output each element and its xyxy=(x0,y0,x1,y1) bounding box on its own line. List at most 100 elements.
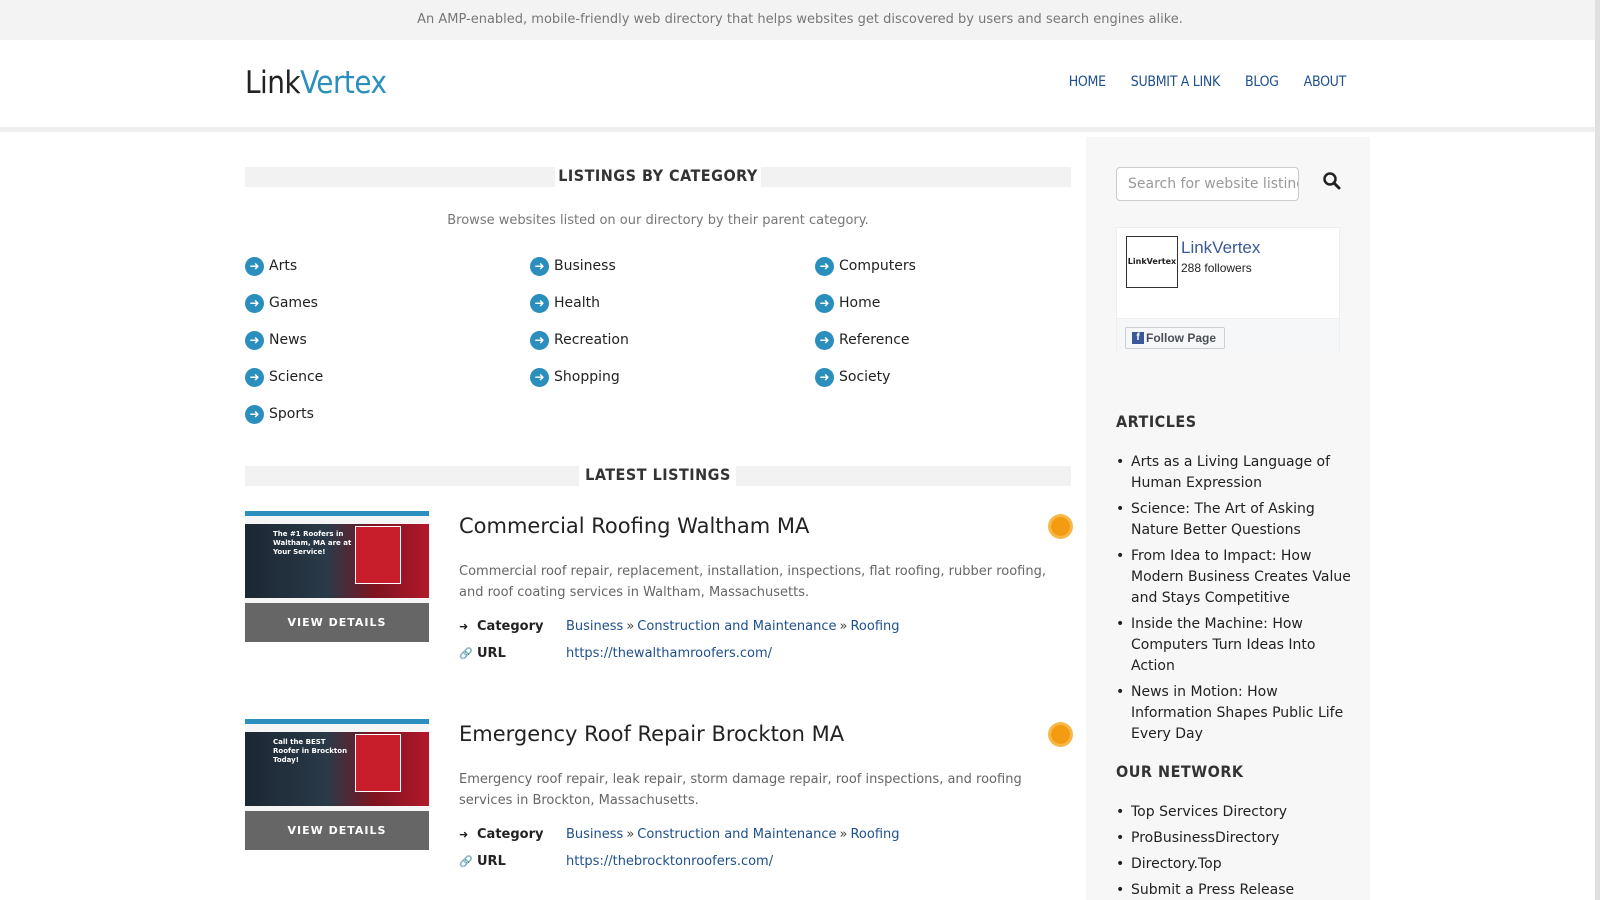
tagline: An AMP-enabled, mobile-friendly web dire… xyxy=(417,12,1183,27)
network-link[interactable]: Directory.Top xyxy=(1116,854,1352,875)
network-list: Top Services Directory ProBusinessDirect… xyxy=(1116,802,1352,900)
listing-thumbnail[interactable]: The #1 Roofers in Waltham, MA are at You… xyxy=(245,511,429,642)
categories-heading: LISTINGS BY CATEGORY xyxy=(245,166,1071,187)
network-title: OUR NETWORK xyxy=(1116,762,1244,781)
article-link[interactable]: Science: The Art of Asking Nature Better… xyxy=(1116,499,1352,541)
article-link[interactable]: Inside the Machine: How Computers Turn I… xyxy=(1116,614,1352,677)
category-science[interactable]: ➜ Science xyxy=(245,367,530,387)
category-label: Health xyxy=(554,295,600,311)
page-avatar[interactable]: LinkVertex xyxy=(1126,236,1178,288)
category-label: Home xyxy=(839,295,881,311)
sidebar: Search for website listings LinkVertex L… xyxy=(1086,137,1370,900)
network-link[interactable]: Top Services Directory xyxy=(1116,802,1352,823)
nav-home[interactable]: Home xyxy=(1069,74,1106,90)
arrow-right-circle-icon: ➜ xyxy=(245,330,264,350)
breadcrumb-separator: » xyxy=(839,827,848,842)
article-link[interactable]: Arts as a Living Language of Human Expre… xyxy=(1116,452,1352,494)
listing-url-link[interactable]: https://thewalthamroofers.com/ xyxy=(566,646,772,661)
listing-thumbnail[interactable]: Call the BEST Roofer in Brockton Today! … xyxy=(245,719,429,850)
facebook-icon: f xyxy=(1132,332,1144,344)
category-business[interactable]: ➜ Business xyxy=(530,256,815,276)
arrow-right-circle-icon: ➜ xyxy=(245,404,264,424)
category-label: News xyxy=(269,332,307,348)
category-society[interactable]: ➜ Society xyxy=(815,367,1071,387)
network-link[interactable]: Submit a Press Release xyxy=(1116,880,1352,900)
articles-list: Arts as a Living Language of Human Expre… xyxy=(1116,452,1352,750)
search-icon[interactable] xyxy=(1322,171,1342,191)
arrow-right-circle-icon: ➜ xyxy=(245,256,264,276)
latest-heading: LATEST LISTINGS xyxy=(245,465,1071,486)
category-link-construction[interactable]: Construction and Maintenance xyxy=(637,827,836,842)
arrow-right-circle-icon: ➜ xyxy=(245,367,264,387)
category-sports[interactable]: ➜ Sports xyxy=(245,404,530,424)
category-link-business[interactable]: Business xyxy=(566,619,623,634)
category-label: Recreation xyxy=(554,332,629,348)
website-screenshot: The #1 Roofers in Waltham, MA are at You… xyxy=(245,516,429,608)
facebook-page-widget: LinkVertex LinkVertex 288 followers f Fo… xyxy=(1116,227,1340,352)
arrow-right-circle-icon: ➜ xyxy=(245,293,264,313)
nav-blog[interactable]: Blog xyxy=(1245,74,1279,90)
search-input[interactable]: Search for website listings xyxy=(1116,167,1299,201)
website-screenshot: Call the BEST Roofer in Brockton Today! xyxy=(245,724,429,816)
screenshot-form xyxy=(355,734,401,792)
url-label-text: URL xyxy=(477,854,506,869)
category-link-roofing[interactable]: Roofing xyxy=(850,619,899,634)
article-link[interactable]: From Idea to Impact: How Modern Business… xyxy=(1116,546,1352,609)
category-label: Sports xyxy=(269,406,314,422)
logo-part-vertex: Vertex xyxy=(300,65,387,101)
follow-page-button[interactable]: f Follow Page xyxy=(1125,327,1226,349)
view-details-button[interactable]: VIEW DETAILS xyxy=(245,603,429,642)
view-details-button[interactable]: VIEW DETAILS xyxy=(245,811,429,850)
network-link[interactable]: ProBusinessDirectory xyxy=(1116,828,1352,849)
category-link-construction[interactable]: Construction and Maintenance xyxy=(637,619,836,634)
arrow-right-circle-icon: ➜ xyxy=(815,330,834,350)
page-scrollbar[interactable] xyxy=(1595,0,1600,900)
arrow-right-circle-icon: ➜ xyxy=(815,256,834,276)
screenshot-navbar xyxy=(245,724,429,732)
arrow-right-circle-icon: ➜ xyxy=(530,367,549,387)
category-link-business[interactable]: Business xyxy=(566,827,623,842)
category-label: ➜ Category xyxy=(459,619,566,634)
category-link-roofing[interactable]: Roofing xyxy=(850,827,899,842)
listing-item: Call the BEST Roofer in Brockton Today! … xyxy=(245,719,1071,900)
categories-subtitle: Browse websites listed on our directory … xyxy=(447,213,869,228)
listing-category-row: ➜ Category Business» Construction and Main… xyxy=(459,619,900,634)
site-header: LinkVertex Home Submit a Link Blog About xyxy=(0,40,1600,132)
listing-title[interactable]: Commercial Roofing Waltham MA xyxy=(459,514,809,538)
url-label: 🔗 URL xyxy=(459,854,566,869)
screenshot-headline: The #1 Roofers in Waltham, MA are at You… xyxy=(273,530,352,556)
nav-submit-link[interactable]: Submit a Link xyxy=(1131,74,1221,90)
category-arts[interactable]: ➜ Arts xyxy=(245,256,530,276)
categories-title: LISTINGS BY CATEGORY xyxy=(558,166,758,185)
category-news[interactable]: ➜ News xyxy=(245,330,530,350)
nav-about[interactable]: About xyxy=(1304,74,1347,90)
listing-url-link[interactable]: https://thebrocktonroofers.com/ xyxy=(566,854,773,869)
category-label-text: Category xyxy=(477,827,544,842)
listing-title[interactable]: Emergency Roof Repair Brockton MA xyxy=(459,722,844,746)
arrow-right-circle-icon: ➜ xyxy=(530,256,549,276)
category-recreation[interactable]: ➜ Recreation xyxy=(530,330,815,350)
page-name[interactable]: LinkVertex xyxy=(1181,238,1260,258)
category-home[interactable]: ➜ Home xyxy=(815,293,1071,313)
category-shopping[interactable]: ➜ Shopping xyxy=(530,367,815,387)
arrow-right-circle-icon: ➜ xyxy=(815,293,834,313)
follower-count: 288 followers xyxy=(1181,261,1252,275)
breadcrumb-separator: » xyxy=(839,619,848,634)
category-label: Computers xyxy=(839,258,916,274)
category-games[interactable]: ➜ Games xyxy=(245,293,530,313)
arrow-right-circle-icon: ➜ xyxy=(815,367,834,387)
category-computers[interactable]: ➜ Computers xyxy=(815,256,1071,276)
category-health[interactable]: ➜ Health xyxy=(530,293,815,313)
listing-category-row: ➜ Category Business » Construction and Main… xyxy=(459,827,900,842)
chevron-circle-icon: ➜ xyxy=(459,828,469,841)
site-logo[interactable]: LinkVertex xyxy=(245,65,387,101)
listing-item: The #1 Roofers in Waltham, MA are at You… xyxy=(245,511,1071,719)
category-reference[interactable]: ➜ Reference xyxy=(815,330,1071,350)
arrow-right-circle-icon: ➜ xyxy=(530,293,549,313)
category-label: Society xyxy=(839,369,891,385)
chevron-circle-icon: ➜ xyxy=(459,620,469,633)
category-label: Games xyxy=(269,295,318,311)
category-label: Shopping xyxy=(554,369,620,385)
article-link[interactable]: News in Motion: How Information Shapes P… xyxy=(1116,682,1352,745)
breadcrumb-separator: » xyxy=(626,619,635,634)
